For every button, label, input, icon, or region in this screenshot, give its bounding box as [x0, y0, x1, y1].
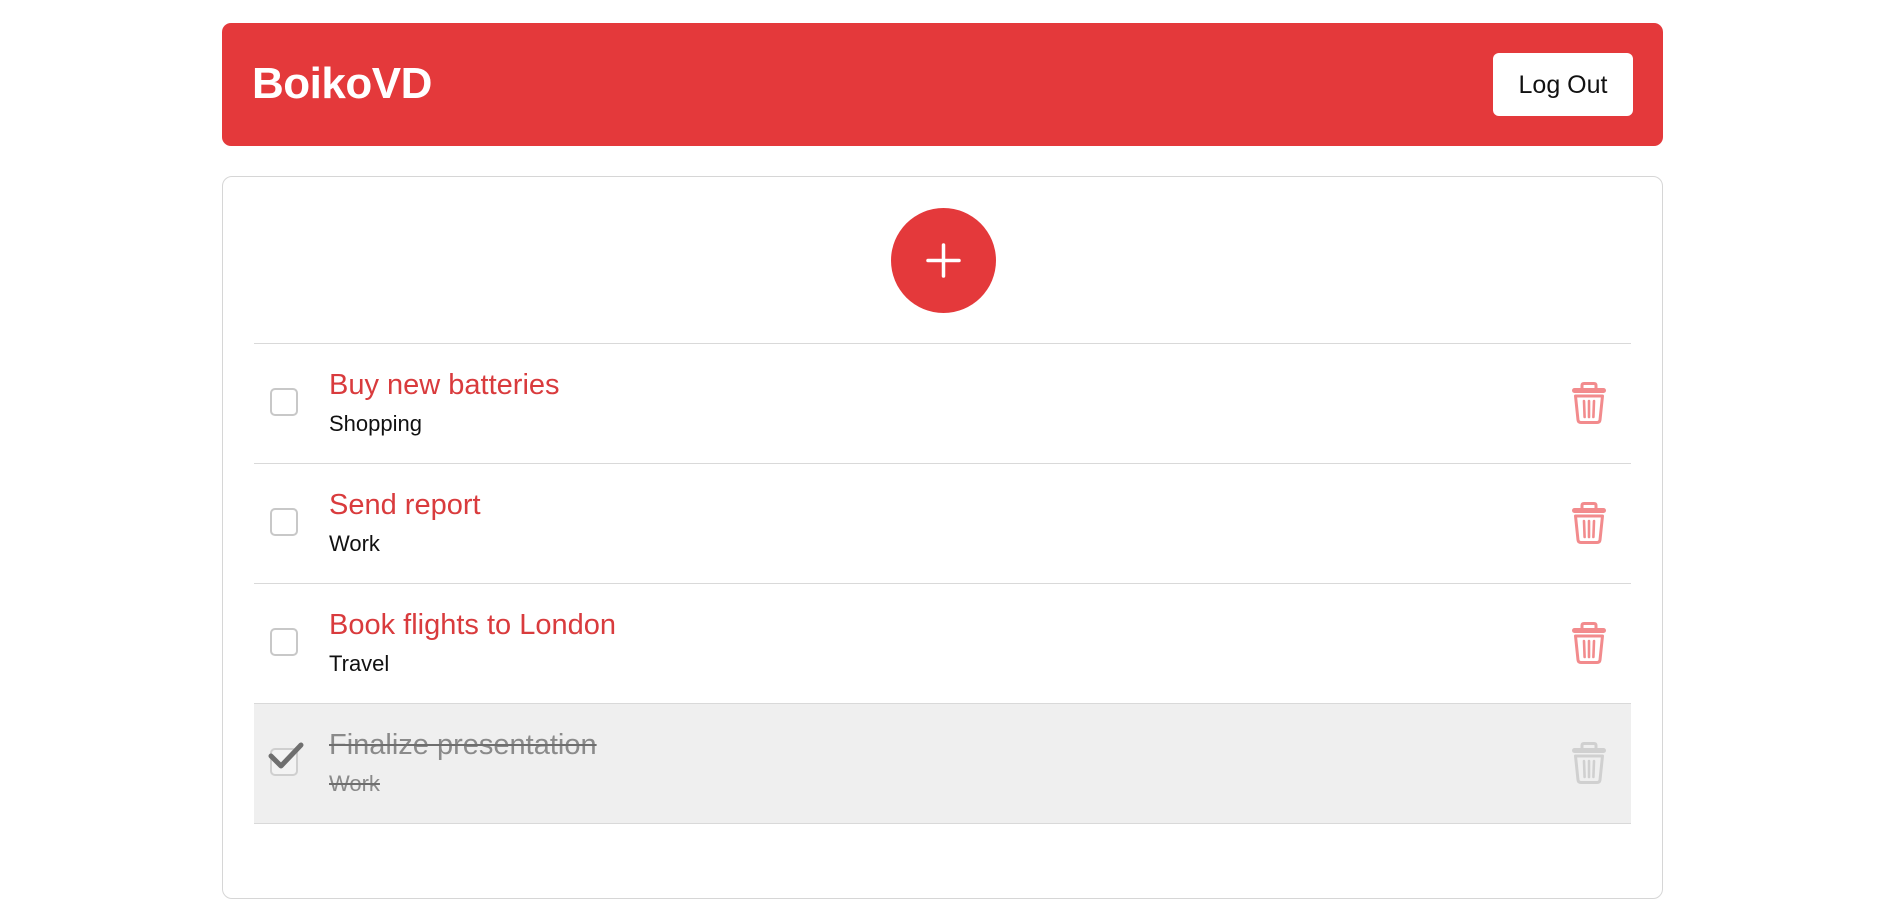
brand-title: BoikoVD: [252, 59, 432, 108]
todo-category: Shopping: [329, 411, 422, 436]
delete-todo-button[interactable]: [1569, 502, 1609, 544]
todo-title: Buy new batteries: [329, 369, 560, 401]
todo-item-completed: Finalize presentation Work: [254, 704, 1631, 824]
todo-checkbox[interactable]: [270, 508, 298, 536]
trash-icon: [1572, 622, 1606, 664]
todo-category: Work: [329, 531, 380, 556]
plus-icon: [926, 243, 961, 278]
todo-item: Send report Work: [254, 464, 1631, 584]
trash-icon: [1572, 742, 1606, 784]
todo-checkbox-checked[interactable]: [270, 748, 298, 776]
todo-item: Buy new batteries Shopping: [254, 344, 1631, 464]
todo-item: Book flights to London Travel: [254, 584, 1631, 704]
delete-todo-button[interactable]: [1569, 382, 1609, 424]
logout-button[interactable]: Log Out: [1493, 53, 1633, 116]
todo-title: Send report: [329, 489, 481, 521]
todo-title: Book flights to London: [329, 609, 616, 641]
todo-title: Finalize presentation: [329, 729, 597, 761]
app-header: BoikoVD Log Out: [222, 23, 1663, 146]
todo-checkbox[interactable]: [270, 628, 298, 656]
todo-card: Buy new batteries Shopping Send report W…: [222, 176, 1663, 899]
todo-list: Buy new batteries Shopping Send report W…: [254, 343, 1631, 824]
add-todo-button[interactable]: [891, 208, 996, 313]
todo-category: Work: [329, 771, 380, 796]
todo-category: Travel: [329, 651, 390, 676]
trash-icon: [1572, 382, 1606, 424]
delete-todo-button[interactable]: [1569, 742, 1609, 784]
delete-todo-button[interactable]: [1569, 622, 1609, 664]
todo-checkbox[interactable]: [270, 388, 298, 416]
trash-icon: [1572, 502, 1606, 544]
app-page: BoikoVD Log Out Buy new batteries Shoppi…: [0, 0, 1878, 918]
